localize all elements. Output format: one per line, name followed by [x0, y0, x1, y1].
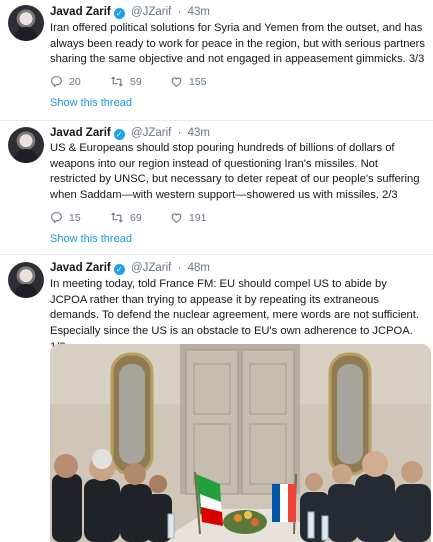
- tweet-photo[interactable]: [50, 344, 431, 542]
- verified-badge-icon: ✓: [113, 8, 125, 19]
- heart-icon: [171, 213, 182, 224]
- tweet-header: Javad Zarif ✓ @JZarif · 43m: [50, 6, 210, 19]
- tweet-header: Javad Zarif ✓ @JZarif · 48m: [50, 262, 210, 275]
- reply-icon: [51, 212, 62, 224]
- tweet-actions: 15 69 191: [50, 211, 230, 224]
- retweet-icon: [111, 212, 123, 223]
- reply-button[interactable]: 15: [50, 211, 110, 224]
- avatar[interactable]: [8, 5, 44, 41]
- like-button[interactable]: 155: [170, 75, 230, 88]
- dot-separator: ·: [177, 262, 182, 274]
- author-handle[interactable]: @JZarif: [131, 262, 171, 274]
- author-handle[interactable]: @JZarif: [131, 6, 171, 18]
- like-count: 155: [189, 75, 207, 88]
- show-thread-link[interactable]: Show this thread: [50, 233, 132, 245]
- avatar[interactable]: [8, 127, 44, 163]
- tweet-text: Iran offered political solutions for Syr…: [50, 22, 425, 66]
- retweet-button[interactable]: 59: [110, 75, 170, 88]
- author-name[interactable]: Javad Zarif: [50, 262, 111, 274]
- verified-badge-icon: ✓: [113, 264, 125, 275]
- heart-icon: [171, 77, 182, 88]
- tweet-header: Javad Zarif ✓ @JZarif · 43m: [50, 127, 210, 140]
- like-button[interactable]: 191: [170, 211, 230, 224]
- tweet-2[interactable]: Javad Zarif ✓ @JZarif · 43m US & European…: [0, 121, 433, 255]
- author-name[interactable]: Javad Zarif: [50, 6, 111, 18]
- reply-icon: [51, 76, 62, 88]
- timestamp[interactable]: 43m: [188, 127, 210, 139]
- retweet-count: 59: [130, 75, 142, 88]
- tweet-1[interactable]: Javad Zarif ✓ @JZarif · 43m Iran offered …: [0, 0, 433, 121]
- verified-badge-icon: ✓: [113, 129, 125, 140]
- dot-separator: ·: [177, 127, 182, 139]
- reply-count: 15: [69, 211, 81, 224]
- dot-separator: ·: [177, 6, 182, 18]
- retweet-count: 69: [130, 211, 142, 224]
- meeting-photo-illustration: [50, 344, 431, 542]
- retweet-button[interactable]: 69: [110, 211, 170, 224]
- reply-count: 20: [69, 75, 81, 88]
- avatar[interactable]: [8, 262, 44, 298]
- author-handle[interactable]: @JZarif: [131, 127, 171, 139]
- show-thread-link[interactable]: Show this thread: [50, 97, 132, 109]
- retweet-icon: [111, 76, 123, 87]
- author-name[interactable]: Javad Zarif: [50, 127, 111, 139]
- tweet-text: US & Europeans should stop pouring hundr…: [50, 142, 420, 202]
- like-count: 191: [189, 211, 207, 224]
- tweet-actions: 20 59 155: [50, 75, 230, 88]
- timestamp[interactable]: 48m: [188, 262, 210, 274]
- timestamp[interactable]: 43m: [188, 6, 210, 18]
- reply-button[interactable]: 20: [50, 75, 110, 88]
